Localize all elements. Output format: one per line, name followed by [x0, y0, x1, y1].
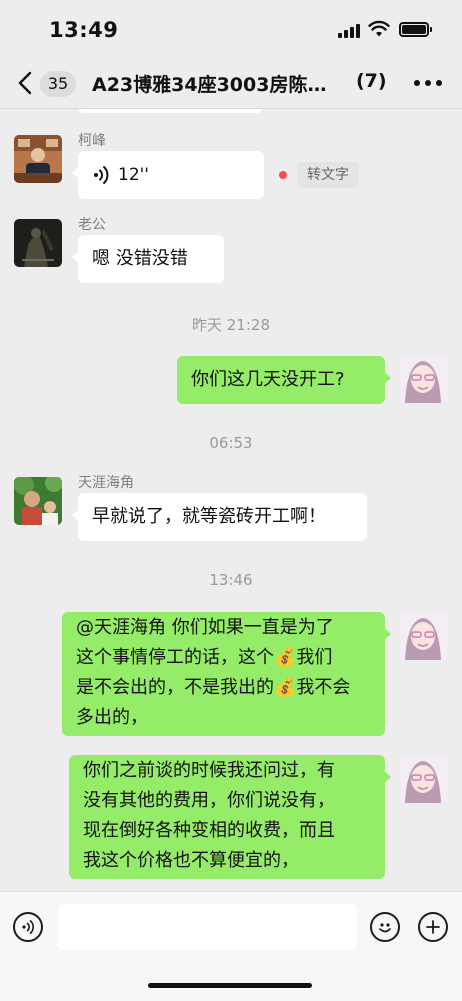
message-input[interactable]	[58, 904, 357, 950]
battery-icon	[399, 22, 432, 37]
status-time: 13:49	[49, 18, 119, 42]
transcribe-button[interactable]: 转文字	[297, 162, 359, 188]
timestamp: 06:53	[209, 434, 253, 452]
message-text: 嗯 没错没错	[92, 248, 188, 269]
voice-wave-icon	[94, 166, 109, 184]
message-bubble[interactable]: 早就说了，就等瓷砖开工啊！	[72, 493, 367, 541]
emoji-icon[interactable]	[370, 912, 400, 942]
my-avatar[interactable]	[399, 355, 447, 403]
cellular-signal-icon	[338, 22, 362, 38]
message-line: 没有其他的费用，你们说没有，	[83, 790, 335, 811]
message-line: 我这个价格也不算便宜的，	[83, 850, 299, 871]
avatar[interactable]	[14, 477, 62, 525]
plus-icon[interactable]	[418, 912, 448, 942]
message-list[interactable]: 柯峰 12'' 转文字 老公 嗯 没错没错 昨天 21:28 你们这几天没开工?…	[0, 109, 462, 891]
voice-input-icon[interactable]	[13, 912, 43, 942]
my-avatar[interactable]	[399, 612, 447, 660]
more-options-icon[interactable]	[414, 78, 442, 88]
voice-message-bubble[interactable]: 12''	[72, 151, 264, 199]
timestamp: 13:46	[209, 571, 253, 589]
avatar[interactable]	[14, 135, 62, 183]
message-line: @天涯海角 你们如果一直是为了	[76, 617, 334, 638]
message-bubble-outgoing[interactable]: 你们之前谈的时候我还问过，有 没有其他的费用，你们说没有， 现在倒好各种变相的收…	[69, 755, 391, 879]
sender-name: 柯峰	[78, 133, 106, 149]
message-line: 这个事情停工的话，这个💰我们	[76, 647, 333, 668]
my-avatar[interactable]	[399, 755, 447, 803]
unread-badge[interactable]: 35	[40, 71, 76, 97]
message-bubble-outgoing[interactable]: 你们这几天没开工?	[177, 356, 391, 404]
timestamp: 昨天 21:28	[192, 316, 270, 334]
message-line: 现在倒好各种变相的收费，而且	[83, 820, 335, 841]
chat-title[interactable]: A23博雅34座3003房陈…	[92, 70, 326, 97]
message-line: 是不会出的，不是我出的💰我不会	[76, 677, 351, 698]
wifi-icon	[368, 20, 390, 37]
previous-message-partial	[78, 109, 263, 113]
message-line: 你们之前谈的时候我还问过，有	[83, 760, 335, 781]
status-bar: 13:49	[0, 0, 462, 58]
back-chevron-icon[interactable]	[14, 70, 38, 96]
message-bubble[interactable]: 嗯 没错没错	[72, 235, 224, 283]
chat-header: 35 A23博雅34座3003房陈… (7)	[0, 58, 462, 109]
home-indicator	[148, 983, 312, 988]
member-count[interactable]: (7)	[356, 70, 387, 92]
sender-name: 天涯海角	[78, 475, 134, 491]
sender-name: 老公	[78, 217, 106, 233]
message-line: 多出的，	[76, 707, 148, 728]
message-text: 早就说了，就等瓷砖开工啊！	[92, 506, 326, 527]
voice-duration: 12''	[118, 165, 149, 185]
avatar[interactable]	[14, 219, 62, 267]
unread-voice-dot	[279, 171, 287, 179]
message-bubble-outgoing[interactable]: @天涯海角 你们如果一直是为了 这个事情停工的话，这个💰我们 是不会出的，不是我…	[62, 612, 391, 736]
message-text: 你们这几天没开工?	[191, 369, 345, 390]
